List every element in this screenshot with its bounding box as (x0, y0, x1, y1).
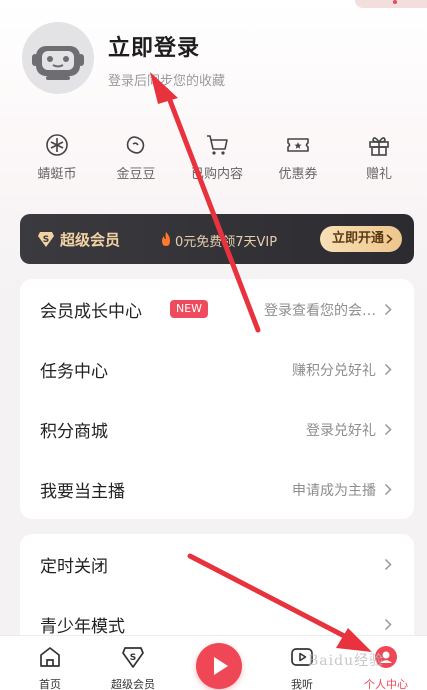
chevron-right-icon (384, 558, 392, 571)
nav-label: 超级会员 (111, 678, 155, 690)
quick-link-gold-bean[interactable]: 金豆豆 (96, 128, 176, 188)
quick-link-label: 已购内容 (190, 167, 243, 182)
svg-text:S: S (130, 653, 136, 663)
chevron-right-icon (386, 234, 393, 244)
chevron-right-icon (384, 423, 392, 436)
menu-row-label: 青少年模式 (40, 617, 125, 637)
nav-label: 我听 (291, 678, 313, 690)
center-play-button[interactable] (196, 643, 242, 689)
nav-super-vip[interactable]: S 超级会员 (100, 636, 166, 690)
vip-title: 超级会员 (60, 231, 121, 249)
robot-avatar-icon (32, 46, 84, 80)
chevron-right-icon (384, 618, 392, 631)
quick-link-gift[interactable]: 赠礼 (339, 128, 419, 188)
quick-link-coupon[interactable]: 优惠券 (258, 128, 338, 188)
menu-row-label: 积分商城 (40, 422, 108, 442)
menu-row-value: 登录查看您的会… (264, 303, 376, 319)
fire-icon (162, 232, 170, 246)
vip-promo-text: 0元免费领7天VIP (175, 235, 278, 250)
chevron-right-icon (384, 303, 392, 316)
menu-row-become-host[interactable]: 我要当主播 申请成为主播 (20, 459, 414, 519)
dragonfly-coin-icon (46, 134, 68, 156)
quick-link-label: 优惠券 (278, 167, 318, 182)
menu-row-value: 申请成为主播 (292, 483, 376, 499)
chevron-right-icon (384, 483, 392, 496)
coupon-icon (287, 138, 309, 152)
vip-open-button-label: 立即开通 (332, 231, 385, 246)
login-subtitle: 登录后同步您的收藏 (108, 74, 226, 89)
gift-icon (369, 137, 389, 156)
menu-card-primary: 会员成长中心 NEW 登录查看您的会… 任务中心 赚积分兑好礼 积分商城 登录兑… (20, 279, 414, 519)
notification-dot (393, 0, 397, 4)
quick-link-label: 蜻蜓币 (37, 167, 77, 182)
vip-badge-icon: S (38, 232, 54, 247)
home-icon (40, 647, 60, 667)
menu-row-value: 登录兑好礼 (306, 423, 376, 439)
menu-row-points-mall[interactable]: 积分商城 登录兑好礼 (20, 399, 414, 459)
nav-label: 首页 (39, 678, 61, 690)
avatar[interactable] (22, 22, 94, 94)
new-badge: NEW (170, 300, 209, 318)
svg-text:S: S (43, 235, 49, 245)
play-icon (214, 657, 228, 675)
menu-row-label: 任务中心 (40, 362, 108, 382)
menu-row-member-growth[interactable]: 会员成长中心 NEW 登录查看您的会… (20, 279, 414, 339)
login-title[interactable]: 立即登录 (108, 30, 200, 62)
quick-link-label: 赠礼 (365, 167, 392, 182)
nav-label: 个人中心 (364, 678, 408, 690)
quick-link-dragonfly-coin[interactable]: 蜻蜓币 (17, 128, 97, 188)
corner-decoration (355, 0, 427, 8)
menu-row-label: 会员成长中心 (40, 302, 142, 322)
vip-banner[interactable]: S 超级会员 0元免费领7天VIP 立即开通 (20, 214, 414, 264)
quick-links-row: 蜻蜓币 金豆豆 已购内容 优惠券 赠礼 (0, 128, 427, 188)
shopping-cart-icon (207, 135, 228, 155)
menu-row-label: 我要当主播 (40, 482, 125, 502)
vip-icon: S (122, 647, 144, 668)
profile-header: 立即登录 登录后同步您的收藏 (0, 0, 427, 115)
chevron-right-icon (384, 363, 392, 376)
menu-row-label: 定时关闭 (40, 557, 108, 577)
vip-open-button[interactable]: 立即开通 (320, 226, 402, 252)
nav-home[interactable]: 首页 (20, 636, 80, 690)
quick-link-purchased[interactable]: 已购内容 (177, 128, 257, 188)
menu-row-value: 赚积分兑好礼 (292, 363, 376, 379)
menu-row-task-center[interactable]: 任务中心 赚积分兑好礼 (20, 339, 414, 399)
menu-row-sleep-timer[interactable]: 定时关闭 (20, 534, 414, 594)
watermark: Baidu经验 (308, 653, 385, 669)
gold-bean-icon (126, 136, 145, 154)
quick-link-label: 金豆豆 (116, 167, 156, 182)
